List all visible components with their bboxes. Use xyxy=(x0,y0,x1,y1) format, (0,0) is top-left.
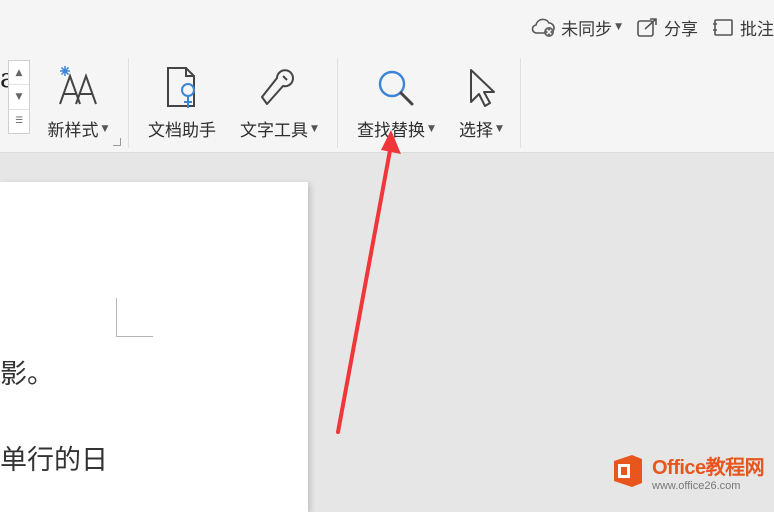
watermark-title: Office教程网 xyxy=(652,456,765,479)
office-logo-icon xyxy=(614,455,642,487)
watermark-url: www.office26.com xyxy=(652,479,741,492)
annotation-arrow xyxy=(336,130,401,434)
site-watermark: Office教程网 www.office26.com xyxy=(610,448,774,494)
